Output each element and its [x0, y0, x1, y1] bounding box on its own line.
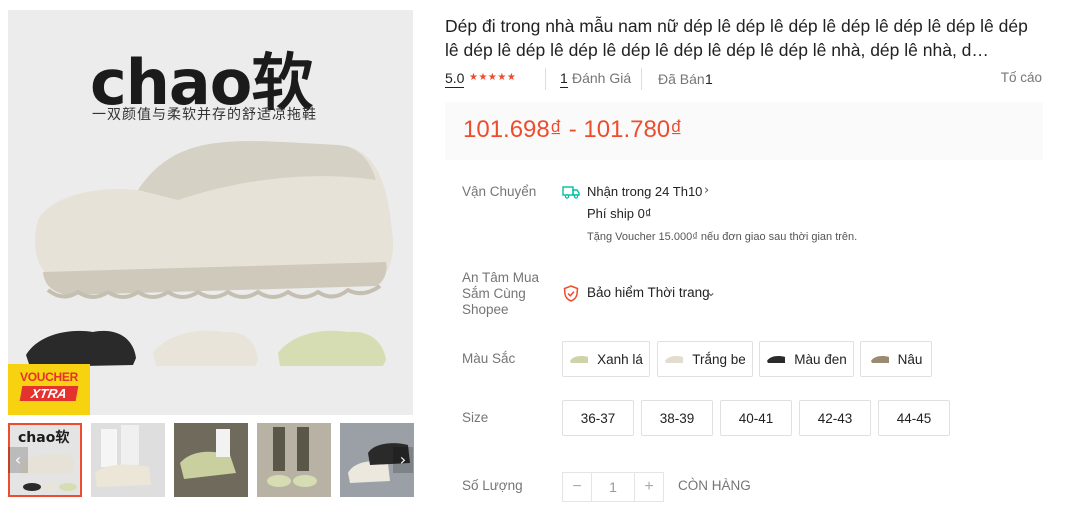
report-link[interactable]: Tố cáo	[1001, 70, 1042, 85]
delivery-estimate[interactable]: Nhận trong 24 Th10	[587, 184, 702, 199]
thumbnail-3[interactable]	[174, 423, 248, 497]
size-option[interactable]: 44-45	[878, 400, 950, 436]
rating-stars-icon: ★★★★★	[469, 72, 517, 83]
divider	[641, 68, 642, 90]
gallery-next-button[interactable]: ›	[393, 447, 413, 473]
color-option-label: Màu đen	[794, 351, 847, 367]
thumbnail-4[interactable]	[257, 423, 331, 497]
slipper-swatch-icon	[570, 356, 589, 363]
thumbnail-strip: chao软 ‹ ›	[8, 423, 414, 499]
shipping-voucher-note: Tặng Voucher 15.000₫ nếu đơn giao sau th…	[587, 231, 858, 243]
voucher-xtra-badge: VOUCHER XTRA	[8, 364, 90, 415]
truck-icon	[562, 185, 580, 204]
color-option-xanh-la[interactable]: Xanh lá	[562, 341, 650, 377]
shield-icon	[563, 285, 579, 307]
product-stats-bar: 5.0 ★★★★★ 1 Đánh Giá Đã Bán 1 Tố cáo	[445, 68, 1045, 90]
slipper-swatch-icon	[665, 356, 684, 363]
thumbnail-2[interactable]	[91, 423, 165, 497]
size-option[interactable]: 42-43	[799, 400, 871, 436]
chevron-right-icon[interactable]: ›	[704, 183, 709, 198]
size-option[interactable]: 36-37	[562, 400, 634, 436]
color-label: Màu Sắc	[462, 351, 516, 366]
slipper-swatch-icon	[767, 356, 786, 363]
shipping-label: Vận Chuyển	[462, 184, 537, 199]
sold-count: 1	[705, 71, 713, 87]
color-option-label: Trắng be	[692, 351, 746, 367]
size-option[interactable]: 38-39	[641, 400, 713, 436]
review-count[interactable]: 1	[560, 70, 568, 88]
product-title: Dép đi trong nhà mẫu nam nữ dép lê dép l…	[445, 16, 1028, 60]
thumbnail-3-image	[174, 423, 248, 497]
price-section: 101.698₫ - 101.780₫	[445, 102, 1043, 160]
chevron-left-icon: ‹	[14, 450, 22, 469]
quantity-label: Số Lượng	[462, 478, 523, 493]
fashion-insurance[interactable]: Bảo hiểm Thời trang	[587, 285, 710, 300]
rating-value[interactable]: 5.0	[445, 70, 465, 88]
thumbnail-2-image	[91, 423, 165, 497]
stock-status: CÒN HÀNG	[678, 478, 751, 493]
main-product-image[interactable]: chao软 一双颜值与柔软并存的舒适凉拖鞋 VOUCHER XTRA	[8, 10, 413, 415]
decrease-quantity-button[interactable]: −	[563, 473, 591, 501]
divider	[545, 68, 546, 90]
voucher-badge-line1: VOUCHER	[20, 370, 78, 384]
quantity-input[interactable]: 1	[591, 473, 635, 501]
chevron-down-icon[interactable]: ⌄	[706, 285, 716, 299]
color-option-nau[interactable]: Nâu	[860, 341, 932, 377]
size-label: Size	[462, 410, 489, 425]
brand-tagline: 一双颜值与柔软并存的舒适凉拖鞋	[92, 107, 317, 123]
quantity-stepper: − 1 +	[562, 472, 664, 502]
color-option-label: Xanh lá	[597, 351, 643, 367]
increase-quantity-button[interactable]: +	[635, 473, 663, 501]
chevron-right-icon: ›	[399, 450, 407, 469]
gallery-prev-button[interactable]: ‹	[8, 447, 28, 473]
size-option[interactable]: 40-41	[720, 400, 792, 436]
color-option-mau-den[interactable]: Màu đen	[759, 341, 854, 377]
assurance-label: An Tâm Mua Sắm Cùng Shopee	[462, 270, 540, 317]
color-option-label: Nâu	[897, 351, 923, 367]
color-option-trang-be[interactable]: Trắng be	[657, 341, 753, 377]
voucher-badge-line2: XTRA	[19, 386, 79, 401]
thumbnail-4-image	[257, 423, 331, 497]
price-range: 101.698₫ - 101.780₫	[463, 116, 683, 143]
sold-label: Đã Bán	[658, 71, 705, 87]
review-label[interactable]: Đánh Giá	[572, 70, 631, 86]
slipper-swatch-icon	[870, 356, 889, 363]
shipping-fee: Phí ship 0₫	[587, 206, 652, 221]
